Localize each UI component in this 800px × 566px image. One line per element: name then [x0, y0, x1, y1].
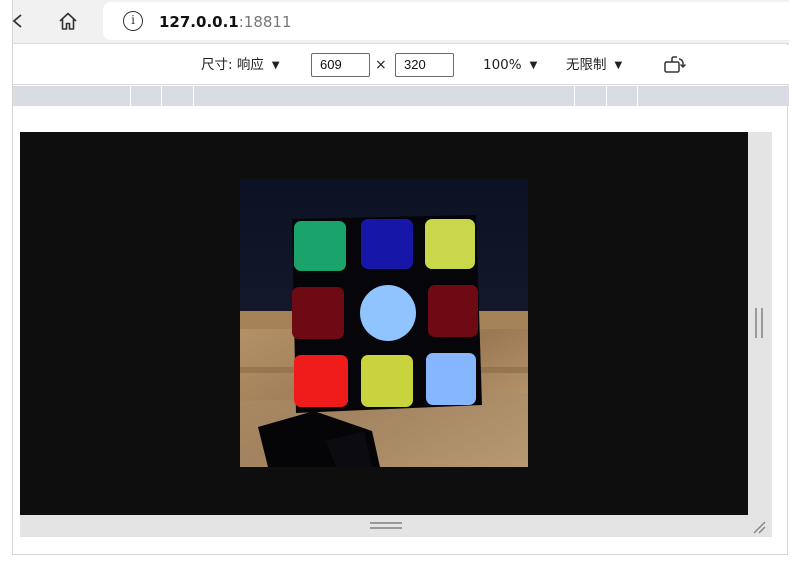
zoom-dropdown[interactable]: 100% ▼: [483, 55, 537, 76]
cube-photo: [240, 179, 528, 467]
cube-sticker: [361, 355, 413, 407]
zoom-label: 100%: [483, 57, 522, 73]
cube-sticker: [294, 221, 346, 271]
throttle-label: 无限制: [566, 57, 607, 73]
rotate-device-icon[interactable]: [663, 54, 687, 76]
ruler-tick: [574, 86, 575, 106]
cube-sticker: [428, 285, 478, 337]
browser-frame: i 127.0.0.1:18811 尺寸: 响应 ▼ 609 × 320 100%…: [11, 0, 789, 555]
cube-sticker: [360, 285, 416, 341]
url-box[interactable]: i 127.0.0.1:18811: [103, 2, 789, 40]
ruler-tick: [637, 86, 638, 106]
vertical-resize-handle[interactable]: [755, 308, 763, 338]
media-query-ruler[interactable]: [13, 86, 789, 106]
device-toolbar: 尺寸: 响应 ▼ 609 × 320 100% ▼ 无限制 ▼: [13, 45, 789, 85]
height-input[interactable]: 320: [395, 53, 454, 77]
ruler-tick: [130, 86, 131, 106]
cube-sticker: [426, 353, 476, 405]
vertical-resize-bar[interactable]: [748, 132, 772, 515]
ruler-tick: [161, 86, 162, 106]
dimensions-dropdown[interactable]: 尺寸: 响应 ▼: [201, 55, 280, 76]
info-icon[interactable]: i: [123, 11, 143, 31]
ruler-tick: [606, 86, 607, 106]
horizontal-resize-handle[interactable]: [370, 522, 402, 529]
ruler-tick: [193, 86, 194, 106]
cube-sticker: [292, 287, 344, 339]
home-icon[interactable]: [57, 10, 79, 32]
horizontal-resize-bar[interactable]: [20, 515, 772, 537]
chevron-left-icon[interactable]: [11, 10, 25, 32]
cube-sticker: [425, 219, 475, 269]
corner-resize-icon[interactable]: [751, 519, 767, 535]
cube-sticker: [361, 219, 413, 269]
dimensions-label: 尺寸: 响应: [201, 57, 264, 73]
chevron-down-icon: ▼: [614, 60, 623, 71]
url-port: :18811: [238, 13, 292, 31]
address-bar: i 127.0.0.1:18811: [11, 0, 789, 44]
emulated-viewport: [20, 132, 748, 515]
url-host: 127.0.0.1: [159, 13, 239, 31]
cube-sticker: [294, 355, 348, 407]
times-symbol: ×: [375, 57, 387, 73]
chevron-down-icon: ▼: [271, 60, 280, 71]
throttle-dropdown[interactable]: 无限制 ▼: [566, 55, 622, 76]
width-input[interactable]: 609: [311, 53, 370, 77]
chevron-down-icon: ▼: [529, 60, 538, 71]
url-text[interactable]: 127.0.0.1:18811: [159, 12, 292, 32]
